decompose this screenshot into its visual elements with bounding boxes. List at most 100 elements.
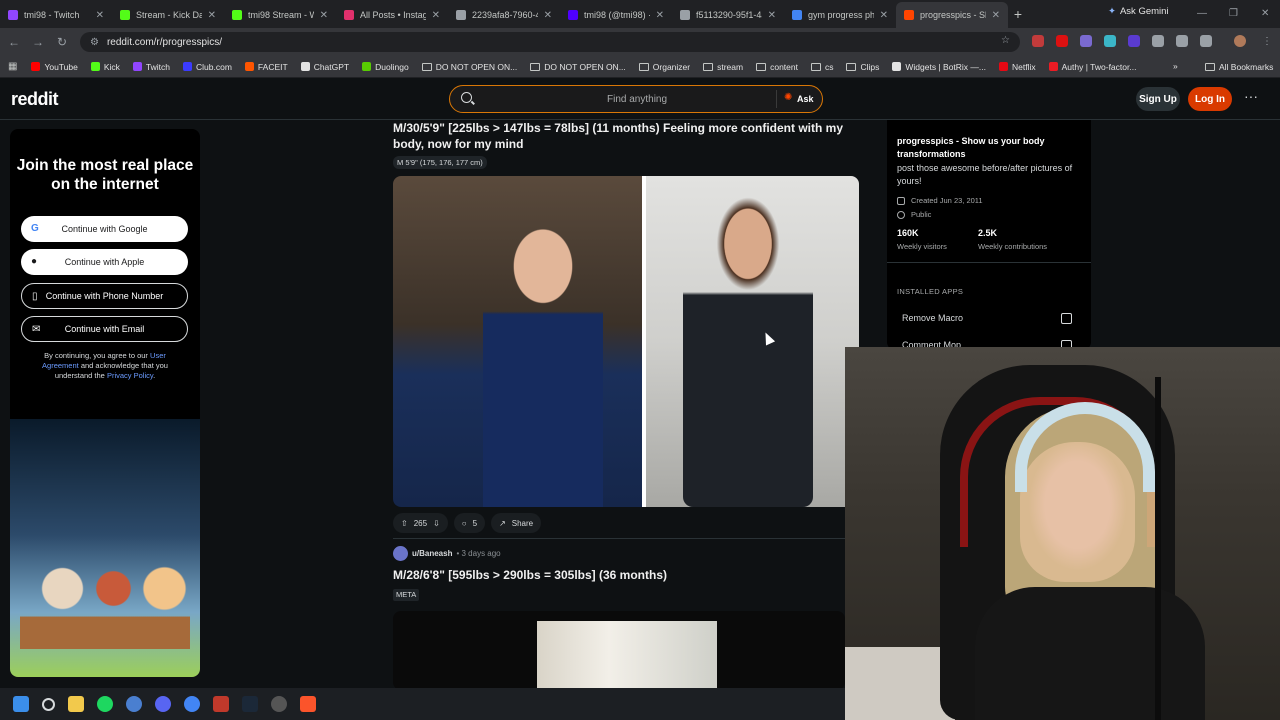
back-button[interactable]: ← (2, 35, 26, 49)
bookmark-item[interactable]: ChatGPT (300, 62, 349, 72)
bookmarks-overflow-button[interactable]: » (1173, 61, 1178, 71)
upvote-icon[interactable]: ⇧ (401, 519, 408, 528)
extensions-puzzle-icon[interactable] (1200, 35, 1212, 47)
author-link[interactable]: u/Baneash (412, 549, 452, 558)
bookmark-item[interactable]: Netflix (999, 62, 1036, 72)
bookmark-item[interactable]: Club.com (183, 62, 232, 72)
search-bar[interactable]: Find anything ✺ Ask (449, 85, 823, 113)
bookmark-folder[interactable]: Organizer (638, 62, 690, 72)
browser-tab[interactable]: tmi98 Stream - Wa ✕ (224, 2, 336, 28)
extension-icon[interactable] (1176, 35, 1188, 47)
browser-tab[interactable]: 2239afa8-7960-40 ✕ (448, 2, 560, 28)
obs-icon[interactable] (271, 696, 287, 712)
browser-tab[interactable]: tmi98 - Twitch ✕ (0, 2, 112, 28)
close-window-button[interactable]: ✕ (1261, 8, 1269, 19)
app-icon[interactable] (126, 696, 142, 712)
ask-button[interactable]: Ask (797, 94, 814, 104)
post-image[interactable] (393, 611, 845, 690)
reddit-logo[interactable]: reddit (11, 89, 59, 110)
site-info-icon[interactable]: ⚙ (90, 37, 99, 48)
minimize-window-button[interactable]: — (1197, 8, 1207, 19)
file-explorer-icon[interactable] (68, 696, 84, 712)
external-link-icon[interactable] (1061, 313, 1072, 324)
bookmark-item[interactable]: Twitch (132, 62, 170, 72)
bookmark-item[interactable]: Widgets | BotRix —... (892, 62, 986, 72)
sign-up-button[interactable]: Sign Up (1136, 87, 1180, 111)
browser-tab[interactable]: gym progress phot ✕ (784, 2, 896, 28)
folder-icon (810, 62, 821, 71)
extension-icon[interactable] (1032, 35, 1044, 47)
reddit-header: reddit Find anything ✺ Ask Sign Up Log I… (0, 78, 1280, 120)
new-tab-button[interactable]: + (1008, 6, 1028, 22)
search-icon[interactable] (42, 697, 55, 711)
forward-button[interactable]: → (26, 35, 50, 49)
bookmark-folder[interactable]: stream (703, 62, 743, 72)
close-tab-icon[interactable]: ✕ (768, 10, 776, 21)
continue-with-email-button[interactable]: ✉ Continue with Email (21, 316, 188, 342)
avatar[interactable] (393, 546, 408, 561)
weekly-visitors-value: 160K (897, 228, 919, 238)
bookmark-item[interactable]: FACEIT (244, 62, 288, 72)
windows-start-icon[interactable] (13, 696, 29, 712)
maximize-window-button[interactable]: ❐ (1229, 8, 1238, 19)
close-tab-icon[interactable]: ✕ (880, 10, 888, 21)
bookmark-item[interactable]: Authy | Two-factor... (1048, 62, 1136, 72)
bookmark-folder[interactable]: Clips (846, 62, 879, 72)
close-tab-icon[interactable]: ✕ (320, 10, 328, 21)
spotify-icon[interactable] (97, 696, 113, 712)
browser-tab[interactable]: f5113290-95f1-4a ✕ (672, 2, 784, 28)
log-in-button[interactable]: Log In (1188, 87, 1232, 111)
close-tab-icon[interactable]: ✕ (208, 10, 216, 21)
post-flair[interactable]: META (393, 589, 420, 601)
downvote-icon[interactable]: ⇩ (433, 519, 440, 528)
extension-icon[interactable] (1080, 35, 1092, 47)
discord-icon[interactable] (155, 696, 171, 712)
steam-icon[interactable] (242, 696, 258, 712)
search-input[interactable]: Find anything (607, 94, 667, 105)
reload-button[interactable]: ↻ (50, 35, 74, 49)
bookmark-folder[interactable]: DO NOT OPEN ON... (530, 62, 626, 72)
ask-gemini-button[interactable]: ✦ Ask Gemini (1108, 6, 1169, 17)
address-bar[interactable]: ⚙ reddit.com/r/progresspics/ ☆ (80, 32, 1020, 52)
close-tab-icon[interactable]: ✕ (96, 10, 104, 21)
folder-icon (703, 62, 714, 71)
bookmark-item[interactable]: Duolingo (362, 62, 409, 72)
continue-with-google-button[interactable]: G Continue with Google (21, 216, 188, 242)
bookmark-folder[interactable]: content (756, 62, 798, 72)
extension-icon[interactable] (1128, 35, 1140, 47)
extension-icon[interactable] (1056, 35, 1068, 47)
post-image[interactable] (393, 176, 859, 507)
browser-tab[interactable]: tmi98 (@tmi98) · T ✕ (560, 2, 672, 28)
bookmark-item[interactable]: Kick (90, 62, 120, 72)
bookmark-folder[interactable]: DO NOT OPEN ON... (421, 62, 517, 72)
bookmark-item[interactable]: YouTube (31, 62, 78, 72)
all-bookmarks-button[interactable]: All Bookmarks (1205, 62, 1273, 72)
comments-button[interactable]: ○ 5 (453, 513, 486, 533)
post-flair[interactable]: M 5'9" (175, 176, 177 cm) (393, 156, 487, 169)
browser-menu-icon[interactable]: ⋮ (1262, 36, 1272, 47)
close-tab-icon[interactable]: ✕ (432, 10, 440, 21)
apps-grid-icon[interactable]: ▦ (8, 61, 17, 72)
profile-avatar[interactable] (1234, 35, 1246, 47)
share-button[interactable]: ↗ Share (491, 513, 542, 533)
browser-tab[interactable]: progresspics - Sho ✕ (896, 2, 1008, 28)
brave-icon[interactable] (300, 696, 316, 712)
close-tab-icon[interactable]: ✕ (656, 10, 664, 21)
continue-with-apple-button[interactable]: ● Continue with Apple (21, 249, 188, 275)
browser-tab[interactable]: All Posts • Instagra ✕ (336, 2, 448, 28)
app-remove-macro[interactable]: Remove Macro (902, 313, 963, 323)
privacy-policy-link[interactable]: Privacy Policy (107, 371, 153, 380)
post-title[interactable]: M/30/5'9" [225lbs > 147lbs = 78lbs] (11 … (393, 120, 843, 152)
bookmark-star-icon[interactable]: ☆ (1001, 35, 1010, 46)
bookmark-folder[interactable]: cs (810, 62, 833, 72)
app-icon[interactable] (213, 696, 229, 712)
close-tab-icon[interactable]: ✕ (544, 10, 552, 21)
extension-icon[interactable] (1152, 35, 1164, 47)
extension-icon[interactable] (1104, 35, 1116, 47)
post-title[interactable]: M/28/6'8" [595lbs > 290lbs = 305lbs] (36… (393, 568, 667, 582)
continue-with-phone-button[interactable]: ▯ Continue with Phone Number (21, 283, 188, 309)
more-options-icon[interactable]: ··· (1244, 88, 1258, 104)
chrome-icon[interactable] (184, 696, 200, 712)
browser-tab[interactable]: Stream - Kick Dash ✕ (112, 2, 224, 28)
close-tab-icon[interactable]: ✕ (992, 10, 1000, 21)
